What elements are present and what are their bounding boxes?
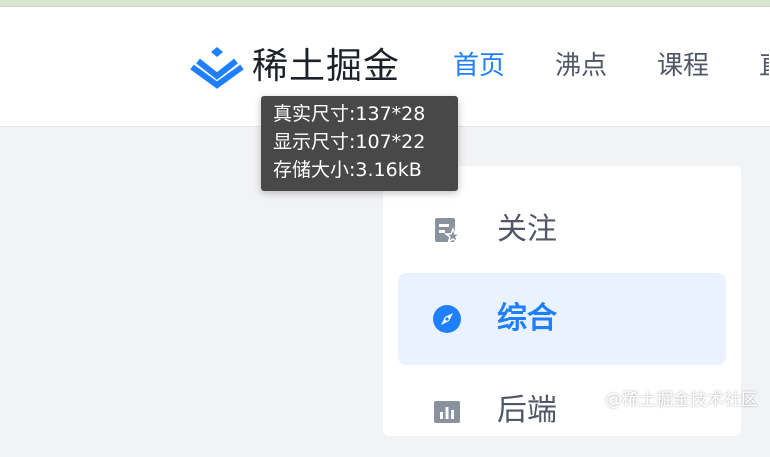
sidebar-item-label: 关注 <box>497 212 557 247</box>
tooltip-display-size: 显示尺寸:107*22 <box>273 131 426 153</box>
juejin-logo-icon <box>190 47 244 89</box>
nav-item-courses[interactable]: 课程 <box>657 48 709 84</box>
sidebar-item-label: 后端 <box>497 393 557 428</box>
nav-item-pins[interactable]: 沸点 <box>555 48 607 84</box>
logo[interactable]: 稀土掘金 <box>190 45 400 89</box>
nav-item-home[interactable]: 首页 <box>453 48 505 84</box>
sidebar-item-recommended[interactable]: 综合 <box>398 273 726 365</box>
sidebar-item-follow[interactable]: 关注 <box>398 184 726 276</box>
main-nav: 首页 沸点 课程 直 <box>453 48 769 84</box>
sidebar-item-label: 综合 <box>497 301 557 336</box>
tooltip-storage-size: 存储大小:3.16kB <box>273 159 422 181</box>
nav-item-live[interactable]: 直 <box>759 48 769 84</box>
tooltip-real-size: 真实尺寸:137*28 <box>273 103 426 125</box>
logo-text: 稀土掘金 <box>252 46 401 87</box>
window-top-border <box>0 0 770 7</box>
compass-icon <box>433 305 461 333</box>
watermark: @稀土掘金技术社区 <box>605 390 758 410</box>
image-info-tooltip: 真实尺寸:137*28 显示尺寸:107*22 存储大小:3.16kB <box>261 96 458 191</box>
sidebar-item-backend[interactable]: 后端 <box>398 365 726 457</box>
follow-icon <box>435 218 462 244</box>
